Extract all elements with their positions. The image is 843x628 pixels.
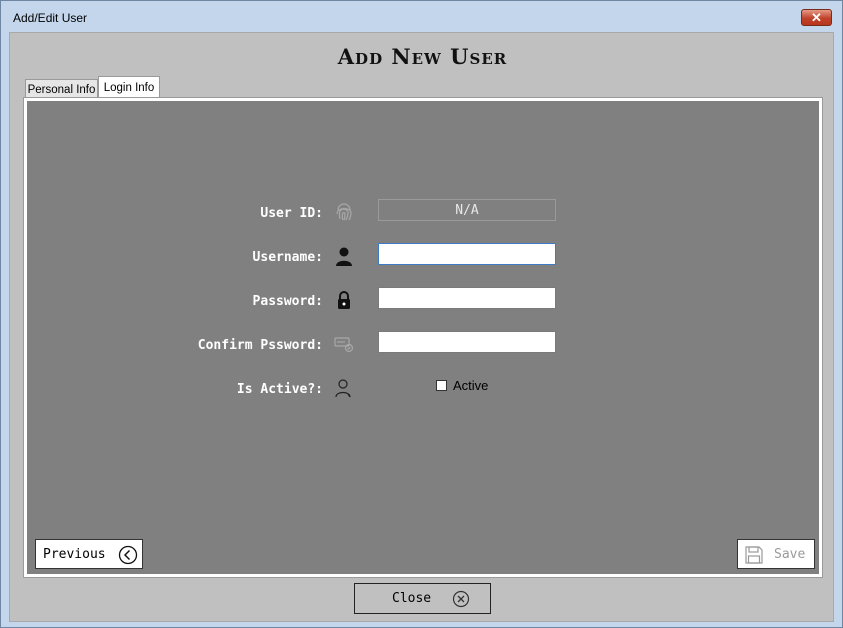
- user-icon: [336, 247, 352, 266]
- password-input[interactable]: [378, 287, 556, 309]
- confirm-password-input[interactable]: [378, 331, 556, 353]
- username-label: Username:: [252, 250, 323, 265]
- save-button[interactable]: Save: [737, 539, 815, 569]
- is-active-label: Is Active?:: [236, 382, 323, 397]
- close-circle-icon: [452, 590, 470, 608]
- user-id-value: N/A: [455, 202, 479, 218]
- tab-personal-info[interactable]: Personal Info: [25, 79, 98, 99]
- title-bar: Add/Edit User ✕: [1, 1, 842, 33]
- active-checkbox-label[interactable]: Active: [453, 378, 488, 393]
- previous-button[interactable]: Previous: [35, 539, 143, 569]
- previous-button-label: Previous: [43, 546, 106, 562]
- dialog-window: Add/Edit User ✕ Add New User Personal In…: [0, 0, 843, 628]
- window-close-button[interactable]: ✕: [801, 9, 832, 26]
- dialog-client-area: Add New User Personal Info Login Info Us…: [9, 32, 834, 622]
- password-label: Password:: [252, 294, 323, 309]
- active-checkbox-group[interactable]: Active: [436, 378, 488, 393]
- page-title: Add New User: [337, 44, 508, 69]
- tab-login-info[interactable]: Login Info: [98, 76, 160, 99]
- chevron-left-circle-icon: [118, 545, 138, 565]
- fingerprint-icon: [336, 203, 352, 221]
- lock-icon: [338, 291, 350, 309]
- window-title: Add/Edit User: [13, 11, 88, 25]
- username-input[interactable]: [378, 243, 556, 265]
- tab-panel-frame: User ID: N/A Username: Password: Confirm…: [23, 97, 823, 578]
- user-id-label: User ID:: [260, 206, 323, 221]
- confirm-password-label: Confirm Pssword:: [197, 338, 323, 353]
- user-id-field: N/A: [378, 199, 556, 221]
- close-button[interactable]: Close: [354, 583, 491, 614]
- save-button-label: Save: [774, 547, 806, 562]
- key-card-icon: [334, 337, 354, 353]
- person-outline-icon: [335, 379, 351, 398]
- floppy-disk-icon: [745, 546, 763, 564]
- close-button-label: Close: [392, 591, 432, 606]
- login-info-panel: User ID: N/A Username: Password: Confirm…: [27, 101, 819, 574]
- close-icon: ✕: [811, 9, 822, 25]
- active-checkbox[interactable]: [436, 380, 447, 391]
